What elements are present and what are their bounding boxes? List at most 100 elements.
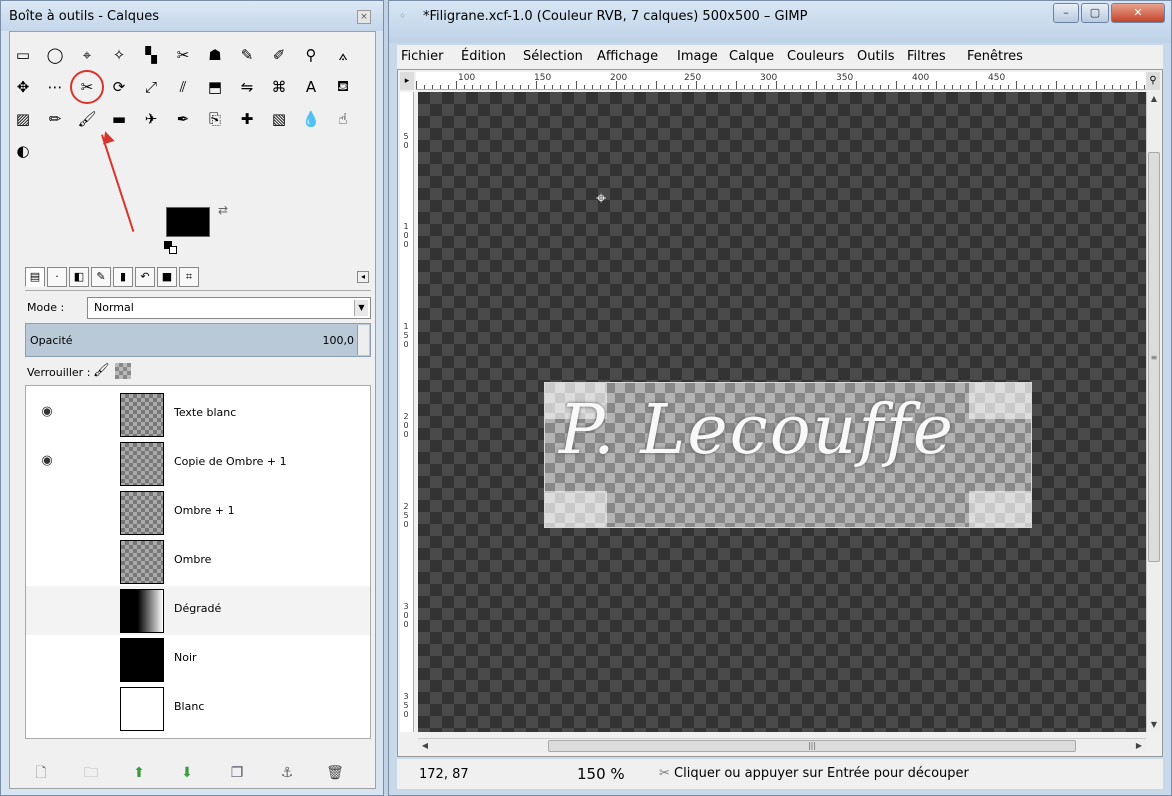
horizontal-ruler[interactable]: 100 150 200 250 300 350 400 450	[416, 72, 1146, 90]
crop-rectangle[interactable]: P. Lecouffe	[544, 382, 1032, 528]
delete-layer-icon[interactable]: 🗑	[325, 763, 345, 783]
menu-item[interactable]: Outils	[857, 49, 895, 64]
scale-icon[interactable]: ⤢	[139, 75, 163, 99]
undo-tab[interactable]: ↶	[135, 267, 155, 287]
raise-layer-icon[interactable]: ⬆	[129, 763, 149, 783]
flip-icon[interactable]: ⇋	[235, 75, 259, 99]
mode-select[interactable]: Normal ▼	[87, 297, 371, 319]
eye-icon[interactable]	[38, 698, 56, 716]
menu-item[interactable]: Sélection	[523, 49, 583, 64]
eye-icon[interactable]	[38, 649, 56, 667]
menu-item[interactable]: Fenêtres	[967, 49, 1023, 64]
heal-icon[interactable]: ✚	[235, 107, 259, 131]
channels-tab[interactable]: ·	[47, 267, 67, 287]
foreground-color-swatch[interactable]	[166, 207, 210, 237]
close-button[interactable]: ✕	[1111, 3, 1165, 23]
ink-icon[interactable]: ✒	[171, 107, 195, 131]
lower-layer-icon[interactable]: ⬇	[177, 763, 197, 783]
colors-tab[interactable]: ■	[157, 267, 177, 287]
anchor-layer-icon[interactable]: ⚓	[277, 763, 297, 783]
histogram-tab[interactable]: ▮	[113, 267, 133, 287]
perspective-icon[interactable]: ⬒	[203, 75, 227, 99]
bucket-fill-icon[interactable]: ⛾	[331, 75, 355, 99]
horizontal-scroll-thumb[interactable]: |||	[548, 740, 1076, 752]
color-picker-icon[interactable]: ✐	[267, 43, 291, 67]
scroll-down-icon[interactable]: ▼	[1147, 718, 1161, 732]
eye-icon[interactable]	[38, 551, 56, 569]
paths-tab[interactable]: ◧	[69, 267, 89, 287]
toolbox-titlebar[interactable]: Boîte à outils - Calques ×	[1, 1, 383, 31]
eye-icon[interactable]	[38, 600, 56, 618]
layer-row[interactable]: ◉ Copie de Ombre + 1	[26, 439, 370, 488]
crop-handle-top-right[interactable]	[969, 383, 1031, 419]
menu-item[interactable]: Affichage	[597, 49, 658, 64]
crop-icon[interactable]: ✂	[70, 70, 104, 104]
eye-icon[interactable]: ◉	[38, 453, 56, 471]
vertical-scroll-thumb[interactable]: ≡	[1148, 152, 1160, 562]
colormap-tab[interactable]: ✎	[91, 267, 111, 287]
menu-item[interactable]: Édition	[461, 49, 506, 64]
eraser-icon[interactable]: ▬	[107, 107, 131, 131]
menu-item[interactable]: Fichier	[401, 49, 444, 64]
color-select-icon[interactable]: ▚	[139, 43, 163, 67]
dock-menu-icon[interactable]: ◂	[357, 271, 369, 283]
swap-colors-icon[interactable]: ⇄	[218, 203, 228, 217]
shear-icon[interactable]: ⫽	[171, 75, 195, 99]
chevron-down-icon[interactable]: ▼	[354, 300, 368, 316]
smudge-icon[interactable]: ☝	[331, 107, 355, 131]
minimize-button[interactable]: –	[1053, 3, 1079, 23]
layer-row[interactable]: Dégradé	[26, 586, 370, 635]
crop-handle-bottom-right[interactable]	[969, 491, 1031, 527]
layer-row[interactable]: Ombre	[26, 537, 370, 586]
zoom-fit-icon[interactable]: ⚲	[1146, 72, 1160, 90]
menu-item[interactable]: Couleurs	[787, 49, 844, 64]
menu-item[interactable]: Filtres	[907, 49, 946, 64]
layer-row[interactable]: ◉ Texte blanc	[26, 390, 370, 439]
ellipse-select-icon[interactable]: ◯	[43, 43, 67, 67]
airbrush-icon[interactable]: ✈	[139, 107, 163, 131]
scroll-right-icon[interactable]: ▶	[1132, 739, 1146, 753]
default-colors-icon[interactable]	[164, 241, 178, 255]
horizontal-scrollbar[interactable]: ◀ ||| ▶	[418, 738, 1146, 752]
layer-row[interactable]: Ombre + 1	[26, 488, 370, 537]
new-group-icon[interactable]: 🗀	[81, 763, 101, 783]
crop-handle-bottom-left[interactable]	[545, 491, 607, 527]
zoom-level[interactable]: 150 %	[577, 765, 625, 783]
layers-tab[interactable]: ▤	[25, 267, 45, 287]
scroll-left-icon[interactable]: ◀	[418, 739, 432, 753]
opacity-slider[interactable]: Opacité 100,0	[25, 323, 371, 357]
scissors-select-icon[interactable]: ✂	[171, 43, 195, 67]
opacity-spin-buttons[interactable]	[357, 325, 369, 355]
duplicate-layer-icon[interactable]: ❐	[227, 763, 247, 783]
menu-item[interactable]: Calque	[729, 49, 774, 64]
lock-pixels-icon[interactable]: 🖌	[93, 363, 110, 379]
scroll-up-icon[interactable]: ▲	[1147, 92, 1161, 106]
menu-item[interactable]: Image	[677, 49, 718, 64]
dodge-burn-icon[interactable]: ◐	[11, 139, 35, 163]
align-icon[interactable]: ⋯	[43, 75, 67, 99]
paintbrush-icon[interactable]: 🖌	[75, 107, 99, 131]
image-canvas[interactable]: ⌖ P. Lecouffe	[418, 92, 1146, 732]
free-select-icon[interactable]: ⌖	[75, 43, 99, 67]
fuzzy-select-icon[interactable]: ✧	[107, 43, 131, 67]
close-icon[interactable]: ×	[357, 10, 371, 24]
pointer-tab[interactable]: ⌗	[179, 267, 199, 287]
clone-icon[interactable]: ⎘	[203, 107, 227, 131]
pencil-icon[interactable]: ✏	[43, 107, 67, 131]
paths-icon[interactable]: ✎	[235, 43, 259, 67]
zoom-icon[interactable]: ⚲	[299, 43, 323, 67]
foreground-select-icon[interactable]: ☗	[203, 43, 227, 67]
vertical-scrollbar[interactable]: ▲ ≡ ▼	[1146, 92, 1160, 732]
blur-icon[interactable]: 💧	[299, 107, 323, 131]
vertical-ruler[interactable]: 5 0 1 0 0 1 5 0 2 0 0 2 5 0 3 0 0 3 5 0	[400, 92, 414, 732]
maximize-button[interactable]: ▢	[1081, 3, 1109, 23]
blend-icon[interactable]: ▨	[11, 107, 35, 131]
cage-icon[interactable]: ⌘	[267, 75, 291, 99]
lock-alpha-icon[interactable]	[115, 363, 131, 379]
perspective-clone-icon[interactable]: ▧	[267, 107, 291, 131]
layer-row[interactable]: Noir	[26, 635, 370, 684]
layer-row[interactable]: Blanc	[26, 684, 370, 733]
rotate-icon[interactable]: ⟳	[107, 75, 131, 99]
rect-select-icon[interactable]: ▭	[11, 43, 35, 67]
measure-icon[interactable]: ⟑	[331, 43, 355, 67]
